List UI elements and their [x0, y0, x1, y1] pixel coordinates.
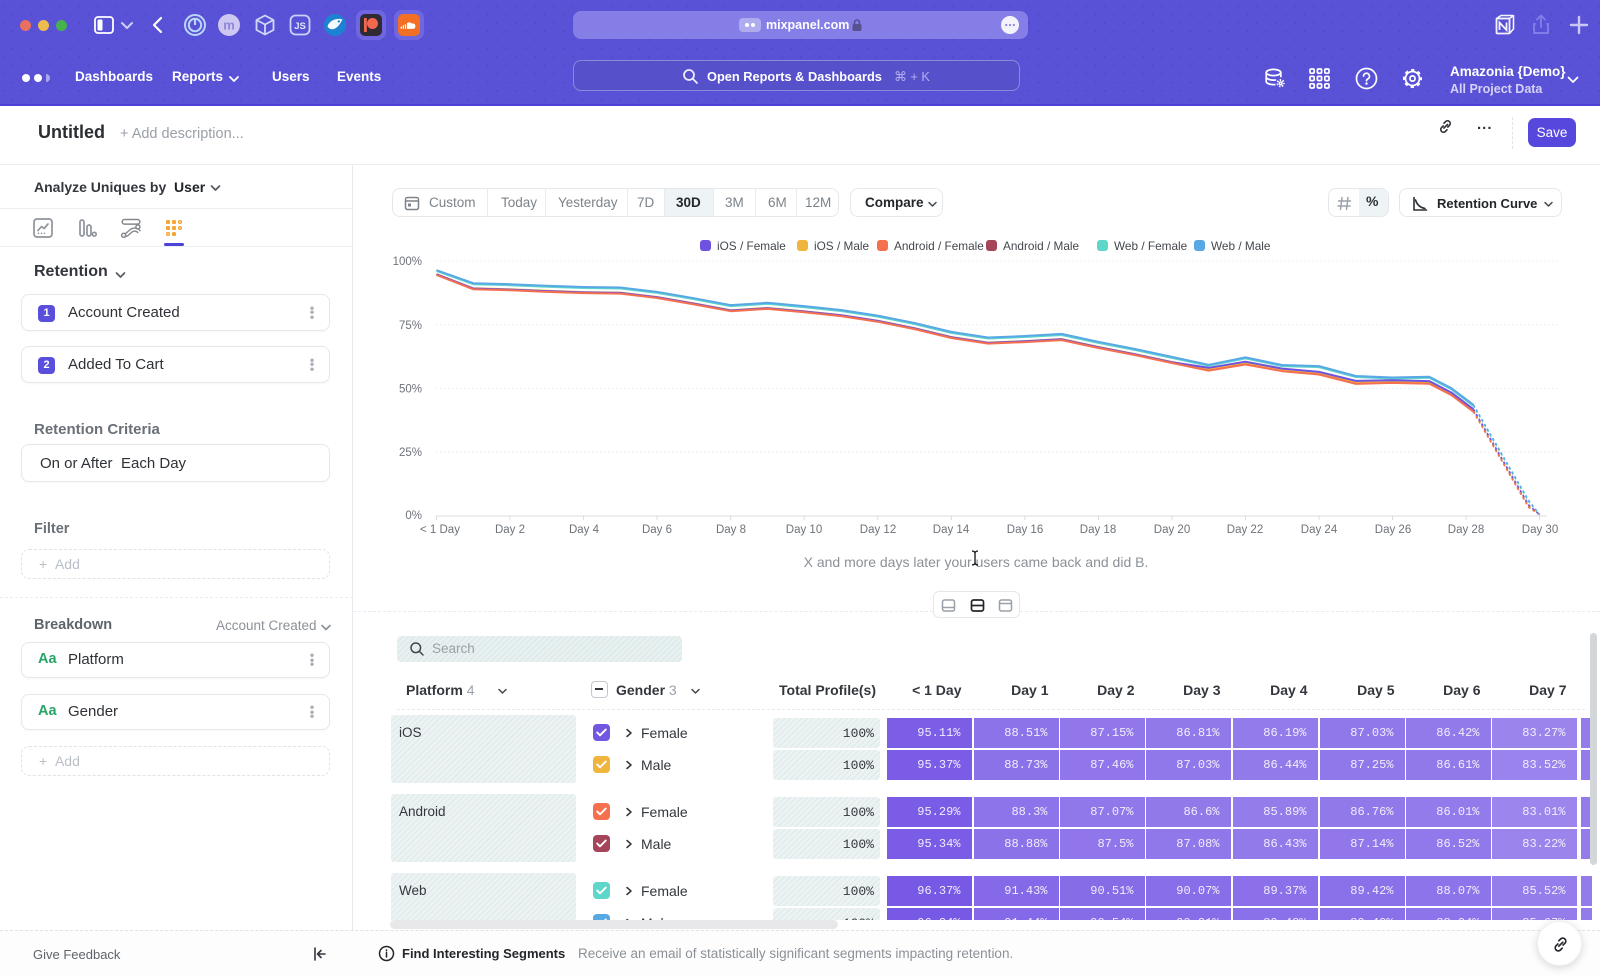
- svg-text:50%: 50%: [399, 384, 422, 396]
- svg-text:100%: 100%: [393, 256, 422, 268]
- svg-text:JS: JS: [294, 21, 306, 32]
- svg-text:0%: 0%: [405, 510, 422, 522]
- svg-text:25%: 25%: [399, 447, 422, 459]
- svg-text:75%: 75%: [399, 320, 422, 332]
- svg-text:m: m: [223, 18, 235, 33]
